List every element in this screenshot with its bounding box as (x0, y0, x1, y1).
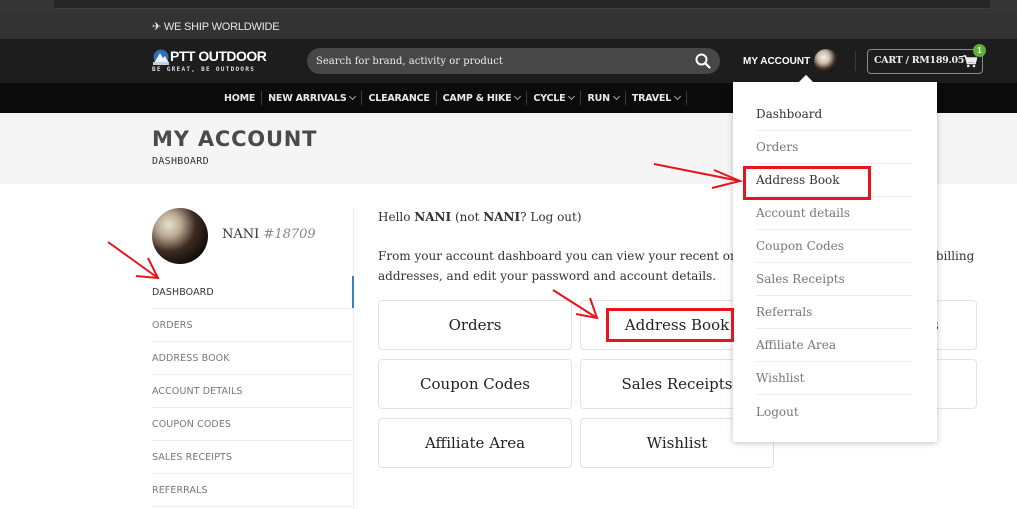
sidebar-divider (353, 208, 354, 509)
greeting-name: NANI (414, 210, 452, 224)
address-bar[interactable] (54, 0, 990, 9)
search-box (307, 48, 720, 74)
arrow-to-sidebar-dashboard-icon (107, 241, 160, 280)
nav-label: CAMP & HIKE (442, 92, 512, 104)
chevron-down-icon (674, 92, 682, 101)
nav-label: HOME (224, 92, 256, 104)
sidebar-item-coupon-codes[interactable]: COUPON CODES (152, 408, 353, 441)
dropdown-item-affiliate-area[interactable]: Affiliate Area (756, 329, 912, 362)
search-input[interactable] (307, 48, 687, 74)
announcement-bar: ✈ WE SHIP WORLDWIDE (0, 13, 1017, 39)
nav-item-home[interactable]: HOME (218, 91, 261, 105)
nav-item-cycle[interactable]: CYCLE (526, 91, 580, 105)
chevron-down-icon (612, 92, 620, 101)
site-header: PTT OUTDOOR BE GREAT, BE OUTDOORS MY ACC… (0, 39, 1017, 83)
greeting-text: ) (576, 210, 582, 224)
active-indicator (352, 276, 354, 308)
nav-item-run[interactable]: RUN (580, 91, 624, 105)
customer-name: NANI (222, 227, 260, 242)
logo-text: PTT OUTDOOR (170, 48, 267, 64)
chevron-down-icon (514, 92, 522, 101)
dropdown-item-coupon-codes[interactable]: Coupon Codes (756, 230, 912, 263)
search-icon[interactable] (695, 53, 711, 69)
my-account-link[interactable]: MY ACCOUNT (743, 49, 839, 73)
dropdown-item-sales-receipts[interactable]: Sales Receipts (756, 263, 912, 296)
cart-count-badge: 1 (973, 44, 986, 57)
nav-label: RUN (587, 92, 610, 104)
greeting: Hello NANI (not NANI? Log out) (378, 210, 582, 224)
shipping-notice: ✈ WE SHIP WORLDWIDE (152, 21, 280, 33)
greeting-text: Hello (378, 210, 415, 224)
nav-item-new-arrivals[interactable]: NEW ARRIVALS (261, 91, 361, 105)
dropdown-item-dashboard[interactable]: Dashboard (756, 98, 912, 131)
tile-orders[interactable]: Orders (378, 300, 572, 350)
customer-id: #18709 (263, 227, 316, 242)
dropdown-item-address-book[interactable]: Address Book (756, 164, 912, 197)
sidebar-item-address-book[interactable]: ADDRESS BOOK (152, 342, 353, 375)
cart-label: CART / RM189.05 (874, 55, 965, 66)
account-dropdown-menu: Dashboard Orders Address Book Account de… (733, 74, 937, 442)
dropdown-item-account-details[interactable]: Account details (756, 197, 912, 230)
greeting-text: ? (520, 210, 531, 224)
my-account-label: MY ACCOUNT (743, 55, 811, 67)
header-divider (855, 51, 856, 71)
nav-label: CYCLE (533, 92, 566, 104)
browser-toolbar-remnant (0, 0, 1017, 13)
dropdown-item-referrals[interactable]: Referrals (756, 296, 912, 329)
greeting-name: NANI (483, 210, 521, 224)
page-title: MY ACCOUNT (152, 127, 318, 151)
greeting-text: (not (451, 210, 484, 224)
nav-item-travel[interactable]: TRAVEL (624, 91, 688, 105)
nav-item-clearance[interactable]: CLEARANCE (361, 91, 435, 105)
dropdown-item-logout[interactable]: Logout (756, 395, 912, 428)
sidebar-item-sales-receipts[interactable]: SALES RECEIPTS (152, 441, 353, 474)
logout-link[interactable]: Log out (530, 210, 576, 224)
cart-button[interactable]: CART / RM189.05 1 (867, 44, 986, 74)
dropdown-item-wishlist[interactable]: Wishlist (756, 362, 912, 395)
account-avatar (814, 49, 839, 73)
sidebar-item-orders[interactable]: ORDERS (152, 309, 353, 342)
nav-item-camp-hike[interactable]: CAMP & HIKE (435, 91, 527, 105)
chevron-down-icon (349, 92, 357, 101)
nav-label: TRAVEL (631, 92, 672, 104)
nav-label: CLEARANCE (368, 92, 430, 104)
profile-avatar (152, 208, 208, 264)
chevron-down-icon (568, 92, 576, 101)
sidebar-item-dashboard[interactable]: DASHBOARD (152, 276, 353, 309)
site-logo[interactable]: PTT OUTDOOR BE GREAT, BE OUTDOORS (152, 48, 277, 76)
account-sidebar-menu: DASHBOARD ORDERS ADDRESS BOOK ACCOUNT DE… (152, 276, 353, 507)
sidebar-item-referrals[interactable]: REFERRALS (152, 474, 353, 507)
dropdown-item-orders[interactable]: Orders (756, 131, 912, 164)
mountain-logo-icon (153, 49, 169, 65)
profile-name: NANI #18709 (222, 227, 316, 242)
logo-tagline: BE GREAT, BE OUTDOORS (152, 66, 256, 73)
cart-icon (963, 55, 977, 68)
tile-affiliate-area[interactable]: Affiliate Area (378, 418, 572, 468)
nav-label: NEW ARRIVALS (268, 92, 347, 104)
sidebar-item-account-details[interactable]: ACCOUNT DETAILS (152, 375, 353, 408)
tile-coupon-codes[interactable]: Coupon Codes (378, 359, 572, 409)
breadcrumb: DASHBOARD (152, 156, 209, 167)
